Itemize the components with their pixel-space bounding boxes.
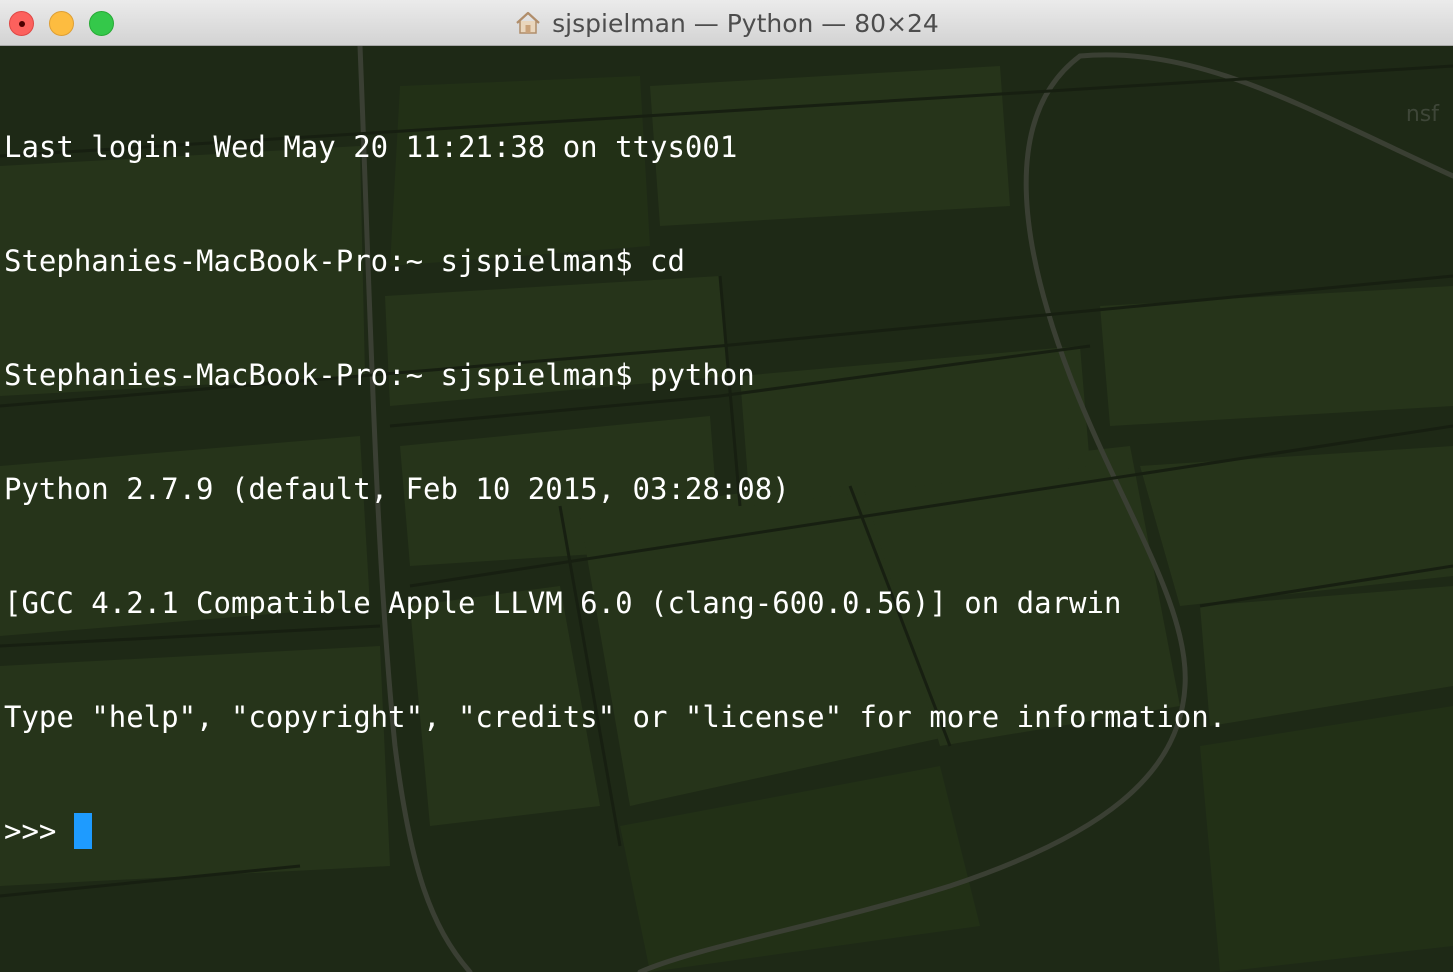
title-bar[interactable]: sjspielman — Python — 80×24 bbox=[0, 0, 1453, 46]
terminal-line: Last login: Wed May 20 11:21:38 on ttys0… bbox=[4, 130, 738, 164]
terminal-line: [GCC 4.2.1 Compatible Apple LLVM 6.0 (cl… bbox=[4, 586, 1122, 620]
terminal-line: Type "help", "copyright", "credits" or "… bbox=[4, 700, 1227, 734]
terminal-output: Last login: Wed May 20 11:21:38 on ttys0… bbox=[4, 52, 1226, 926]
window-title: sjspielman — Python — 80×24 bbox=[552, 8, 939, 38]
python-prompt: >>> bbox=[4, 814, 57, 848]
terminal-line: Stephanies-MacBook-Pro:~ sjspielman$ pyt… bbox=[4, 358, 755, 392]
home-folder-icon bbox=[516, 11, 540, 34]
desktop-watermark-text: nsf bbox=[1405, 102, 1439, 127]
window-title-group: sjspielman — Python — 80×24 bbox=[0, 0, 1453, 46]
terminal-line: Stephanies-MacBook-Pro:~ sjspielman$ cd bbox=[4, 244, 685, 278]
terminal-content[interactable]: nsf Last login: Wed May 20 11:21:38 on t… bbox=[0, 46, 1453, 972]
terminal-window: sjspielman — Python — 80×24 nsf Last log… bbox=[0, 0, 1453, 972]
text-cursor bbox=[74, 813, 93, 849]
terminal-line: Python 2.7.9 (default, Feb 10 2015, 03:2… bbox=[4, 472, 790, 506]
python-prompt-line[interactable]: >>> bbox=[4, 812, 1226, 850]
